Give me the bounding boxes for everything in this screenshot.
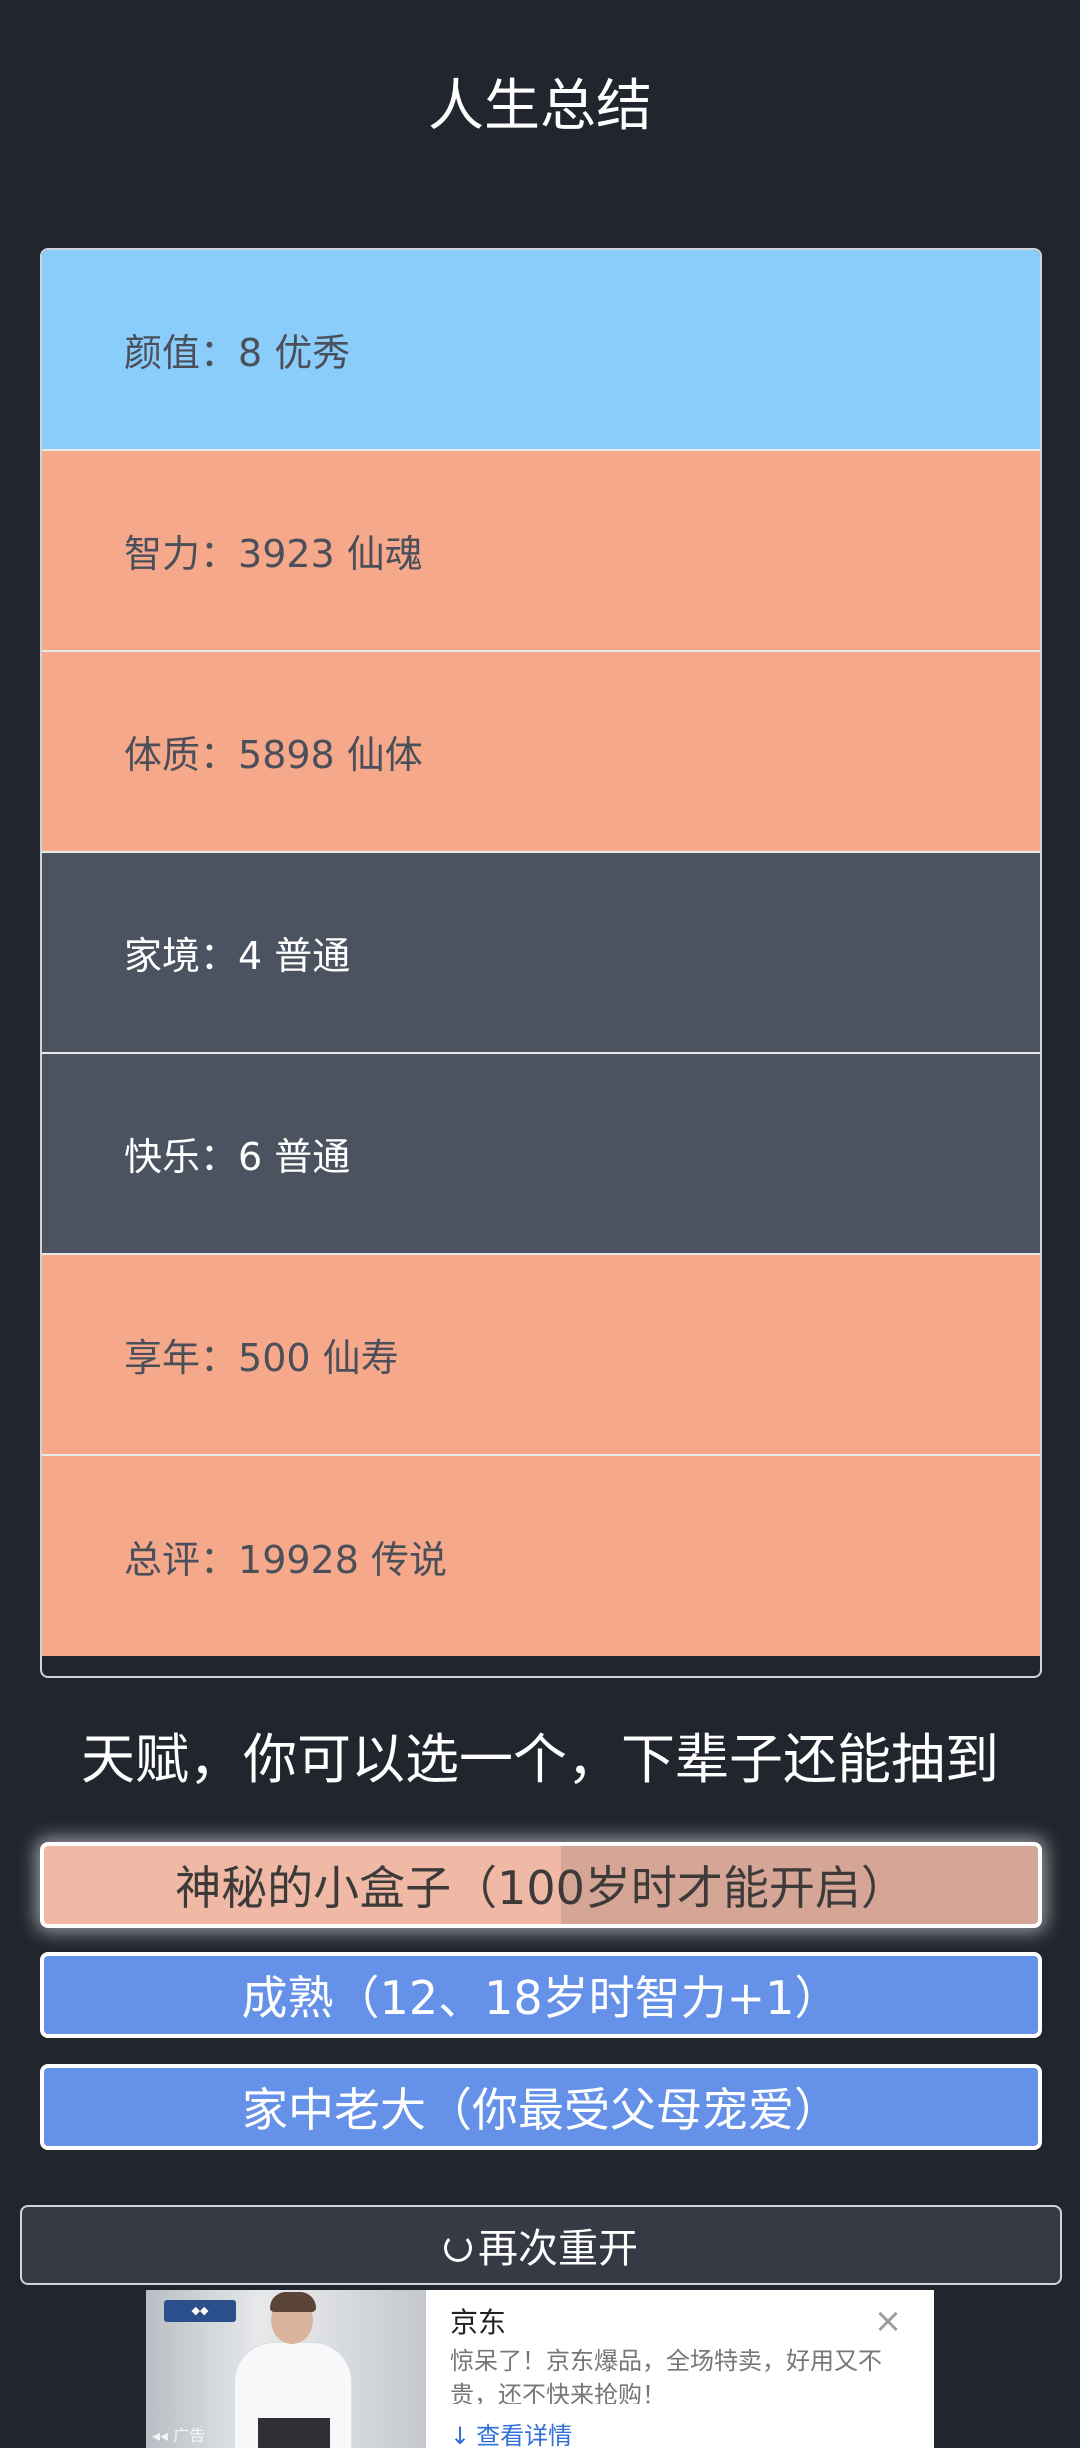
summary-row-family: 家境： 4 普通 — [42, 853, 1040, 1054]
summary-label: 总评： — [124, 1537, 239, 1582]
ad-text: 京东 惊呆了！京东爆品，全场特卖，好用又不贵，还不快来抢购！ — [450, 2308, 890, 2404]
summary-label: 家境： — [124, 934, 239, 978]
ad-tag: ◂◂ 广告 — [152, 2422, 205, 2446]
talent-option-mature[interactable]: 成熟（12、18岁时智力+1） — [40, 1952, 1042, 2038]
ad-more-label: 查看详情 — [476, 2422, 573, 2448]
refresh-icon — [444, 2234, 472, 2262]
ad-tag-icon: ◂◂ — [152, 2426, 174, 2445]
talent-label: 神秘的小盒子（100岁时才能开启） — [175, 1861, 907, 1915]
ad-more-link[interactable]: ↓ 查看详情 — [450, 2416, 572, 2448]
summary-row-happiness: 快乐： 6 普通 — [42, 1054, 1040, 1255]
ad-description: 惊呆了！京东爆品，全场特卖，好用又不贵，还不快来抢购！ — [450, 2347, 882, 2404]
summary-row-lifespan: 享年： 500 仙寿 — [42, 1255, 1040, 1456]
arrow-down-icon: ↓ — [450, 2422, 471, 2448]
talent-option-mystery-box[interactable]: 神秘的小盒子（100岁时才能开启） — [40, 1842, 1042, 1928]
summary-label: 享年： — [124, 1336, 239, 1380]
ad-image[interactable]: ◆◆ ◂◂ 广告 — [146, 2290, 426, 2448]
ad-model-hair — [270, 2292, 316, 2312]
summary-label: 快乐： — [124, 1135, 239, 1179]
talent-label: 家中老大（你最受父母宠爱） — [242, 2083, 840, 2137]
summary-value: 5898 仙体 — [238, 733, 423, 777]
ad-brand: 京东 — [450, 2308, 507, 2338]
summary-table: 颜值： 8 优秀 智力： 3923 仙魂 体质： 5898 仙体 家境： 4 普通 快乐… — [40, 248, 1042, 1678]
summary-row-constitution: 体质： 5898 仙体 — [42, 652, 1040, 853]
summary-value: 6 普通 — [238, 1135, 351, 1179]
summary-value: 19928 传说 — [238, 1537, 447, 1582]
summary-row-overall: 总评： 19928 传说 — [42, 1456, 1040, 1656]
close-icon[interactable]: × — [872, 2304, 904, 2338]
ad-tag-label: 广告 — [173, 2426, 206, 2445]
brand-logo: ◆◆ — [164, 2300, 236, 2322]
summary-label: 智力： — [124, 532, 239, 576]
summary-value: 3923 仙魂 — [238, 532, 423, 576]
summary-value: 4 普通 — [238, 934, 351, 978]
summary-row-appearance: 颜值： 8 优秀 — [42, 250, 1040, 451]
restart-label: 再次重开 — [478, 2226, 638, 2272]
summary-label: 体质： — [124, 733, 239, 777]
ad-model-legs — [258, 2418, 330, 2448]
ad-banner[interactable]: ◆◆ ◂◂ 广告 京东 惊呆了！京东爆品，全场特卖，好用又不贵，还不快来抢购！ … — [146, 2290, 934, 2448]
talent-heading: 天赋，你可以选一个，下辈子还能抽到 — [81, 1728, 999, 1791]
life-summary-page: 人生总结 颜值： 8 优秀 智力： 3923 仙魂 体质： 5898 仙体 家境： 4 … — [0, 0, 1080, 2448]
summary-row-intelligence: 智力： 3923 仙魂 — [42, 451, 1040, 652]
summary-value: 500 仙寿 — [238, 1336, 399, 1380]
summary-value: 8 优秀 — [238, 331, 351, 375]
restart-button[interactable]: 再次重开 — [20, 2205, 1062, 2285]
summary-label: 颜值： — [124, 331, 239, 375]
talent-label: 成熟（12、18岁时智力+1） — [241, 1971, 841, 2025]
talent-option-eldest-child[interactable]: 家中老大（你最受父母宠爱） — [40, 2064, 1042, 2150]
page-title: 人生总结 — [428, 74, 652, 139]
